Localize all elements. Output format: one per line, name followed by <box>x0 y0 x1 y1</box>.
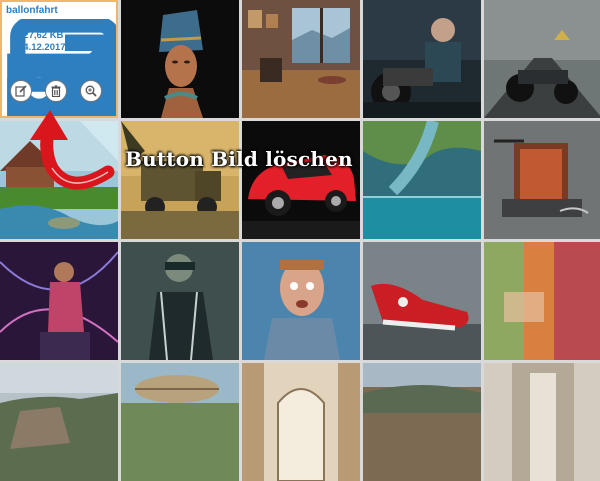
thumbnail-aerial-coast[interactable] <box>363 121 481 239</box>
thumbnail-valley-city[interactable] <box>363 363 481 481</box>
image-icon <box>6 19 116 116</box>
thumbnail-ornate-doorway[interactable] <box>242 363 360 481</box>
date-value: 04.12.2017 <box>18 42 66 53</box>
zoom-button[interactable] <box>80 80 102 102</box>
resize-icon <box>6 31 116 116</box>
thumbnail-woman-neon-lines[interactable] <box>0 242 118 360</box>
calendar-icon <box>6 43 116 116</box>
selected-image-info-card: ballonfahrt 94 227,62 KB 04.12.2017 nein… <box>0 0 118 118</box>
image-filename: ballonfahrt <box>6 5 58 16</box>
size-row: 227,62 KB <box>6 30 116 116</box>
edit-button[interactable] <box>10 80 32 102</box>
tag-icon <box>6 55 116 116</box>
magnifier-plus-icon <box>85 85 97 97</box>
thumbnail-airship[interactable] <box>121 363 239 481</box>
thumbnail-paint-abstract[interactable] <box>484 242 600 360</box>
image-gallery: ballonfahrt 94 227,62 KB 04.12.2017 nein… <box>0 0 600 481</box>
edit-note-icon <box>6 67 116 116</box>
trash-icon <box>51 85 61 97</box>
thumbnail-castle-cliff[interactable] <box>0 363 118 481</box>
size-value: 227,62 KB <box>18 30 64 41</box>
image-actions <box>10 80 102 102</box>
views-row: 94 <box>6 18 116 116</box>
thumbnail-man-funny-face[interactable] <box>242 242 360 360</box>
thumbnail-man-tracksuit[interactable] <box>121 242 239 360</box>
thumbnail-red-car[interactable] <box>242 121 360 239</box>
thumbnail-ballonfahrt-cabin[interactable] <box>0 121 118 239</box>
tags-row: nein <box>6 54 116 116</box>
delete-button[interactable] <box>45 80 67 102</box>
thumbnail-nefertiti-bust[interactable] <box>121 0 239 118</box>
tags-value: nein <box>18 54 38 65</box>
thumbnail-3d-text-art[interactable] <box>484 121 600 239</box>
thumbnail-military-truck[interactable] <box>121 121 239 239</box>
pencil-icon <box>15 85 27 97</box>
thumbnail-abandoned-hall[interactable] <box>484 363 600 481</box>
thumbnail-motorcycle-road[interactable] <box>484 0 600 118</box>
thumbnail-biker-portrait[interactable] <box>363 0 481 118</box>
annotation-label: Button Bild löschen <box>125 147 353 171</box>
thumbnail-vintage-room[interactable] <box>242 0 360 118</box>
comment-value: nein <box>18 66 38 77</box>
thumbnail-red-sneaker[interactable] <box>363 242 481 360</box>
views-value: 94 <box>18 18 29 29</box>
comment-row: nein <box>6 66 116 116</box>
date-row: 04.12.2017 <box>6 42 116 116</box>
